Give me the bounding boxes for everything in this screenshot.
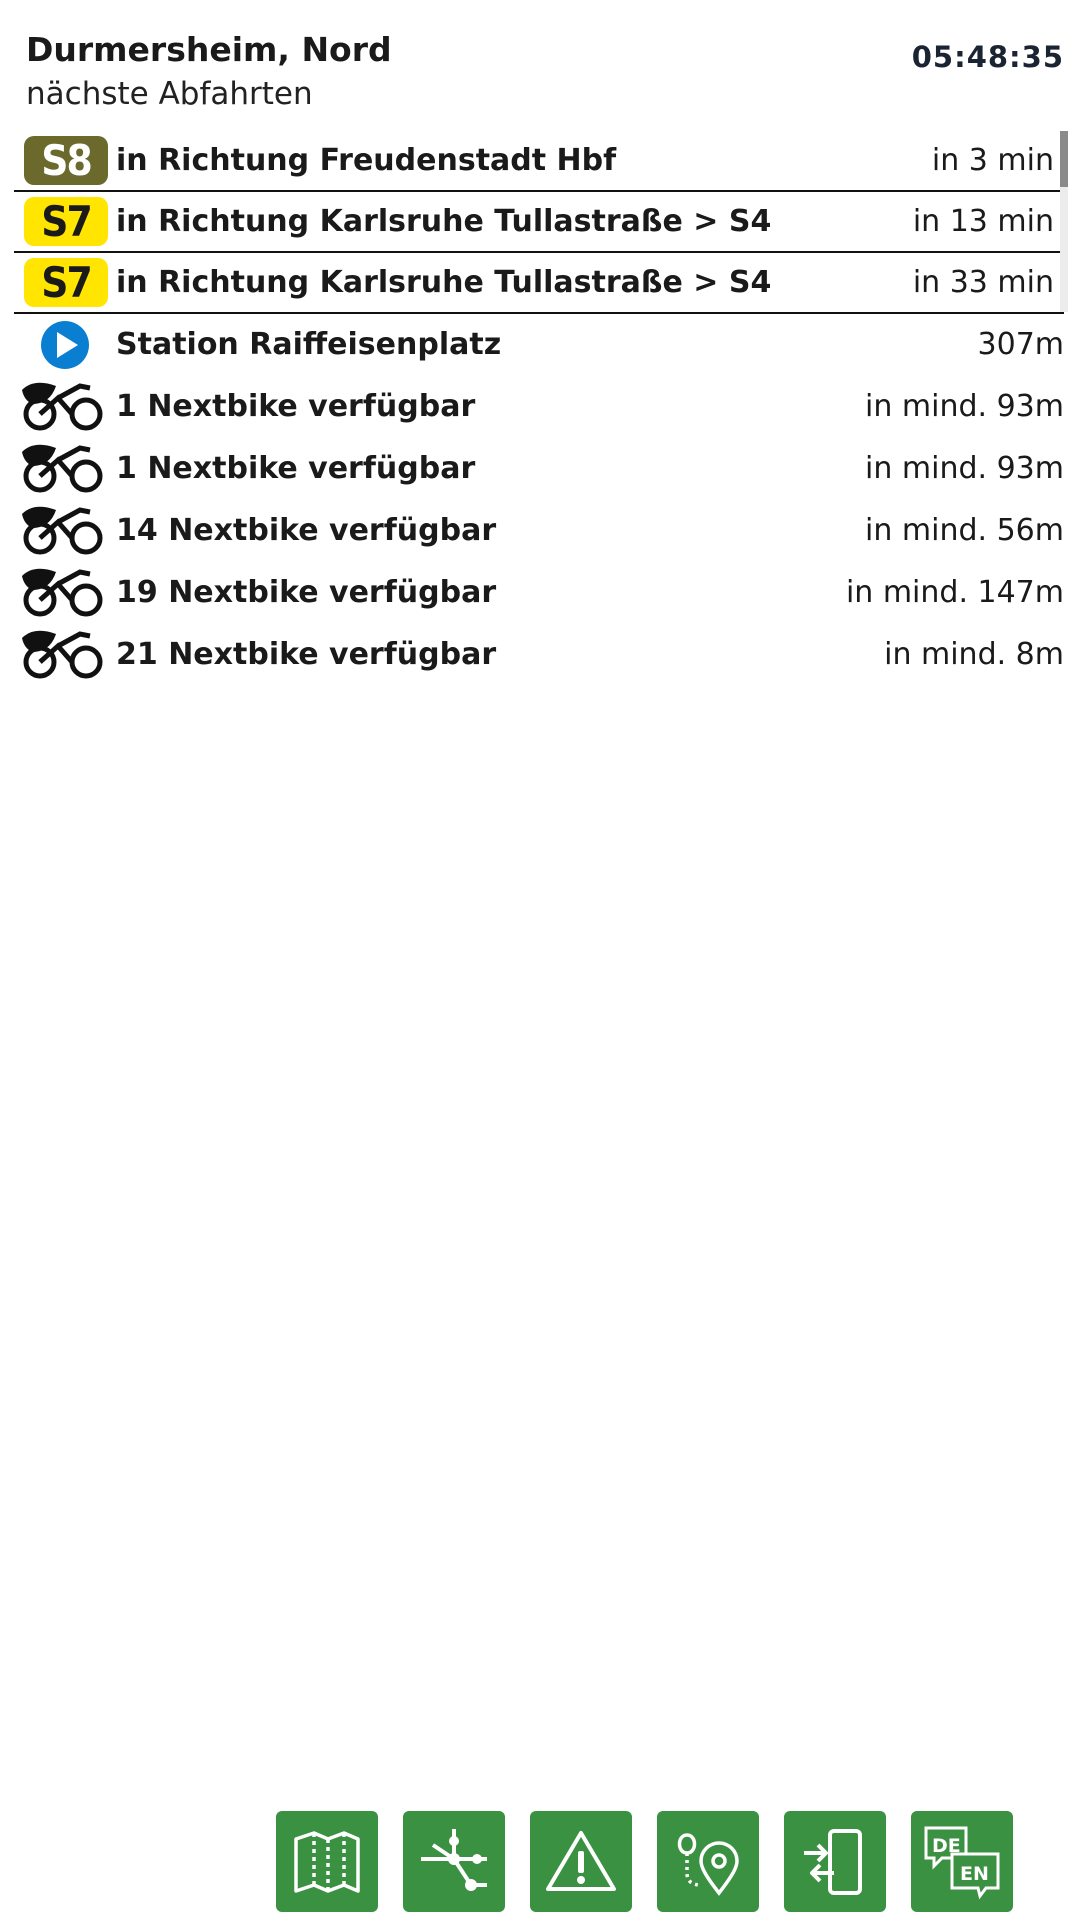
departure-time: in 3 min (931, 143, 1054, 178)
route-button[interactable] (657, 1811, 759, 1912)
nextbike-distance: in mind. 147m (845, 574, 1064, 610)
bottom-toolbar: DE EN (276, 1811, 1013, 1912)
nextbike-label: 14 Nextbike verfügbar (116, 512, 497, 548)
nextbike-distance: in mind. 93m (865, 388, 1064, 424)
map-icon (294, 1830, 360, 1893)
nextbike-row[interactable]: 21 Nextbike verfügbar in mind. 8m (20, 623, 1070, 685)
nextbike-icon (20, 440, 110, 496)
stop-name: Durmersheim, Nord (26, 30, 392, 69)
language-to: EN (960, 1863, 989, 1885)
transfer-phone-icon (804, 1828, 862, 1895)
departure-direction: in Richtung Karlsruhe Tullastraße > S4 (116, 265, 772, 300)
scrollbar-track[interactable] (1060, 187, 1068, 312)
line-badge: S7 (24, 258, 108, 307)
departure-direction: in Richtung Karlsruhe Tullastraße > S4 (116, 204, 772, 239)
nextbike-icon (20, 502, 110, 558)
nextbike-row[interactable]: 1 Nextbike verfügbar in mind. 93m (20, 375, 1070, 437)
language-icon: DE EN (924, 1826, 1000, 1899)
nextbike-label: 1 Nextbike verfügbar (116, 388, 476, 424)
departure-time: in 13 min (912, 204, 1054, 239)
clock: 05:48:35 (911, 40, 1064, 74)
network-button[interactable] (403, 1811, 505, 1912)
language-button[interactable]: DE EN (911, 1811, 1013, 1912)
departure-row[interactable]: S7 in Richtung Karlsruhe Tullastraße > S… (14, 192, 1064, 253)
line-badge: S8 (24, 136, 108, 185)
network-icon (421, 1828, 487, 1891)
departure-row[interactable]: S8 in Richtung Freudenstadt Hbf in 3 min (14, 131, 1064, 192)
departure-direction: in Richtung Freudenstadt Hbf (116, 143, 617, 178)
nextbike-icon (20, 378, 110, 434)
departure-row[interactable]: S7 in Richtung Karlsruhe Tullastraße > S… (14, 253, 1064, 314)
nextbike-distance: in mind. 93m (865, 450, 1064, 486)
departure-time: in 33 min (912, 265, 1054, 300)
nextbike-icon (20, 564, 110, 620)
poi-list: Station Raiffeisenplatz 307m 1 Nextbike … (20, 314, 1070, 685)
language-from: DE (932, 1835, 961, 1857)
station-distance: 307m (977, 327, 1064, 362)
nextbike-distance: in mind. 8m (884, 636, 1064, 672)
route-pin-icon (677, 1832, 739, 1896)
nextbike-distance: in mind. 56m (865, 512, 1064, 548)
subtitle: nächste Abfahrten (26, 76, 313, 112)
nextbike-label: 19 Nextbike verfügbar (116, 574, 497, 610)
departure-list: S8 in Richtung Freudenstadt Hbf in 3 min… (14, 131, 1064, 314)
nextbike-label: 1 Nextbike verfügbar (116, 450, 476, 486)
warning-button[interactable] (530, 1811, 632, 1912)
nextbike-row[interactable]: 14 Nextbike verfügbar in mind. 56m (20, 499, 1070, 561)
nextbike-icon (20, 626, 110, 682)
transfer-button[interactable] (784, 1811, 886, 1912)
nextbike-label: 21 Nextbike verfügbar (116, 636, 497, 672)
scrollbar-thumb[interactable] (1060, 131, 1068, 187)
line-badge: S7 (24, 197, 108, 246)
header: Durmersheim, Nord nächste Abfahrten (26, 28, 1060, 116)
nextbike-row[interactable]: 19 Nextbike verfügbar in mind. 147m (20, 561, 1070, 623)
play-circle-icon (20, 317, 110, 373)
station-row[interactable]: Station Raiffeisenplatz 307m (20, 314, 1070, 375)
warning-icon (546, 1830, 616, 1891)
nextbike-row[interactable]: 1 Nextbike verfügbar in mind. 93m (20, 437, 1070, 499)
map-button[interactable] (276, 1811, 378, 1912)
station-label: Station Raiffeisenplatz (116, 327, 502, 362)
